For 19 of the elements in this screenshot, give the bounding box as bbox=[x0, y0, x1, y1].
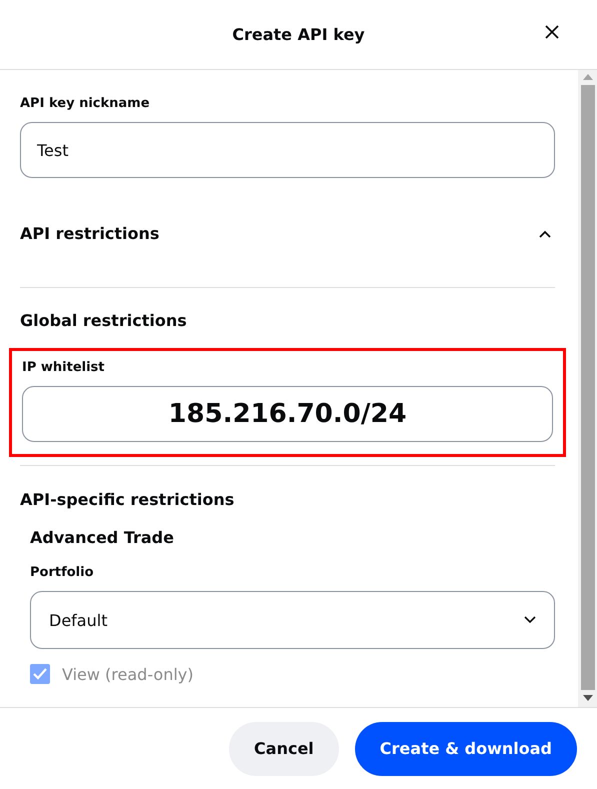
chevron-down-icon bbox=[524, 616, 536, 624]
checkbox-label: View (read-only) bbox=[62, 664, 194, 684]
chevron-icon[interactable] bbox=[539, 230, 551, 238]
scroll-down-icon[interactable] bbox=[582, 695, 592, 701]
scrollbar[interactable] bbox=[578, 70, 597, 707]
nickname-field[interactable]: Test bbox=[20, 122, 555, 178]
create-button[interactable]: Create & download bbox=[354, 722, 577, 776]
section-title: API restrictions bbox=[20, 224, 160, 243]
field-label: Portfolio bbox=[30, 565, 95, 580]
section-title: Global restrictions bbox=[20, 311, 188, 330]
dialog-title: Create API key bbox=[232, 25, 365, 44]
portfolio-select[interactable]: Default bbox=[30, 591, 555, 649]
field-label: IP whitelist bbox=[22, 360, 106, 375]
field-label: API key nickname bbox=[20, 96, 151, 111]
ip-whitelist-field[interactable]: 185.216.70.0/24 bbox=[22, 386, 553, 442]
cancel-button[interactable]: Cancel bbox=[229, 722, 339, 776]
subsection-title: Advanced Trade bbox=[30, 528, 175, 547]
section-title: API-specific restrictions bbox=[20, 490, 236, 509]
close-icon[interactable] bbox=[545, 25, 559, 39]
